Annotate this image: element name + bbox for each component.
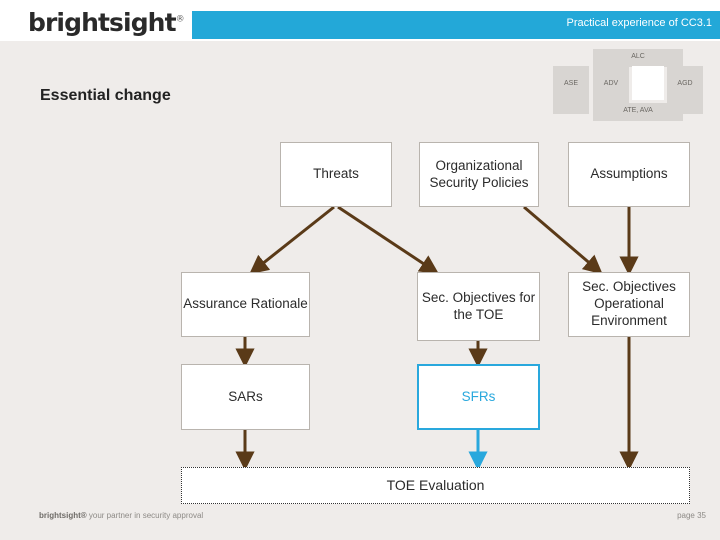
tag-blank-spacer (632, 66, 664, 100)
sec-objectives-env-box[interactable]: Sec. Objectives Operational Environment (568, 272, 690, 337)
assurance-class-tags: ALC ASE ADV AGD ATE, AVA (553, 49, 703, 124)
header-title: Practical experience of CC3.1 (566, 17, 712, 29)
osp-box[interactable]: Organizational Security Policies (419, 142, 539, 207)
sars-box[interactable]: SARs (181, 364, 310, 430)
logo-text: brightsight (28, 8, 177, 37)
brightsight-logo: brightsight® (28, 8, 185, 37)
assumptions-box[interactable]: Assumptions (568, 142, 690, 207)
tag-alc: ALC (593, 49, 683, 67)
footer-brand: brightsight® (39, 511, 87, 520)
tag-ase: ASE (553, 66, 589, 114)
page-number: page 35 (677, 511, 706, 520)
tag-ate: ATE, AVA (593, 103, 683, 121)
page-title: Essential change (40, 87, 171, 104)
logo-registered-mark: ® (175, 14, 185, 25)
sec-objectives-toe-box[interactable]: Sec. Objectives for the TOE (417, 272, 540, 341)
footer-tagline-text: your partner in security approval (86, 511, 204, 520)
footer-tagline: brightsight® your partner in security ap… (39, 511, 203, 520)
threats-box[interactable]: Threats (280, 142, 392, 207)
assurance-rationale-box[interactable]: Assurance Rationale (181, 272, 310, 337)
toe-evaluation-box[interactable]: TOE Evaluation (181, 467, 690, 504)
sfrs-box[interactable]: SFRs (417, 364, 540, 430)
slide-header: brightsight® Practical experience of CC3… (0, 0, 720, 41)
